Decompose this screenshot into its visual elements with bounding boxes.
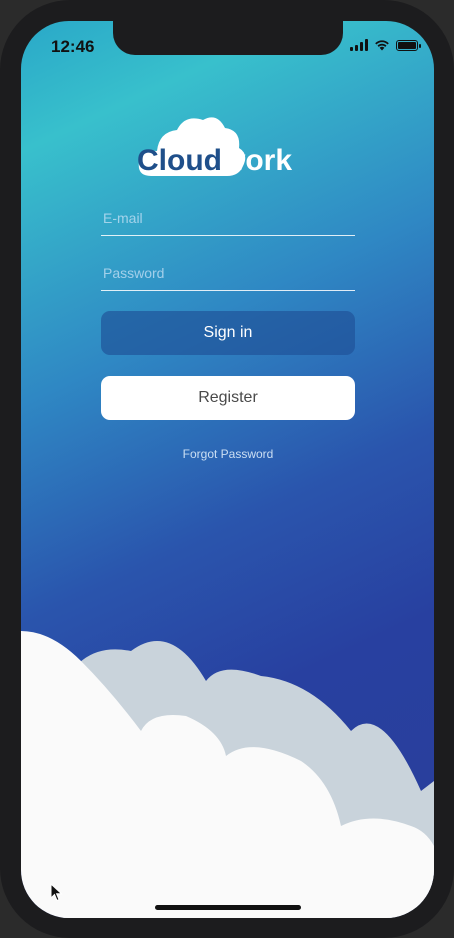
forgot-password-link[interactable]: Forgot Password [101, 447, 355, 461]
email-input[interactable] [101, 201, 359, 235]
logo-wordmark: Cloudwork [137, 144, 292, 178]
password-input[interactable] [101, 256, 359, 290]
logo-text-work: work [221, 144, 293, 177]
logo-text-cloud: Cloud [137, 144, 222, 177]
home-indicator [155, 905, 301, 910]
status-icons [350, 39, 421, 51]
status-time: 12:46 [51, 37, 95, 56]
phone-frame: 12:46 Cloudwork E-mail Sign in Register … [0, 0, 454, 938]
cellular-signal-icon [350, 39, 368, 51]
sign-in-button[interactable]: Sign in [101, 311, 355, 355]
mouse-cursor-icon [50, 883, 63, 902]
app-screen: 12:46 Cloudwork E-mail Sign in Register … [21, 21, 434, 918]
wifi-icon [375, 40, 389, 51]
register-button[interactable]: Register [101, 376, 355, 420]
battery-icon [396, 39, 421, 51]
email-field [101, 201, 359, 236]
app-logo: Cloudwork [137, 114, 327, 184]
clouds-illustration [21, 631, 434, 918]
password-field [101, 256, 359, 291]
notch [113, 21, 343, 55]
